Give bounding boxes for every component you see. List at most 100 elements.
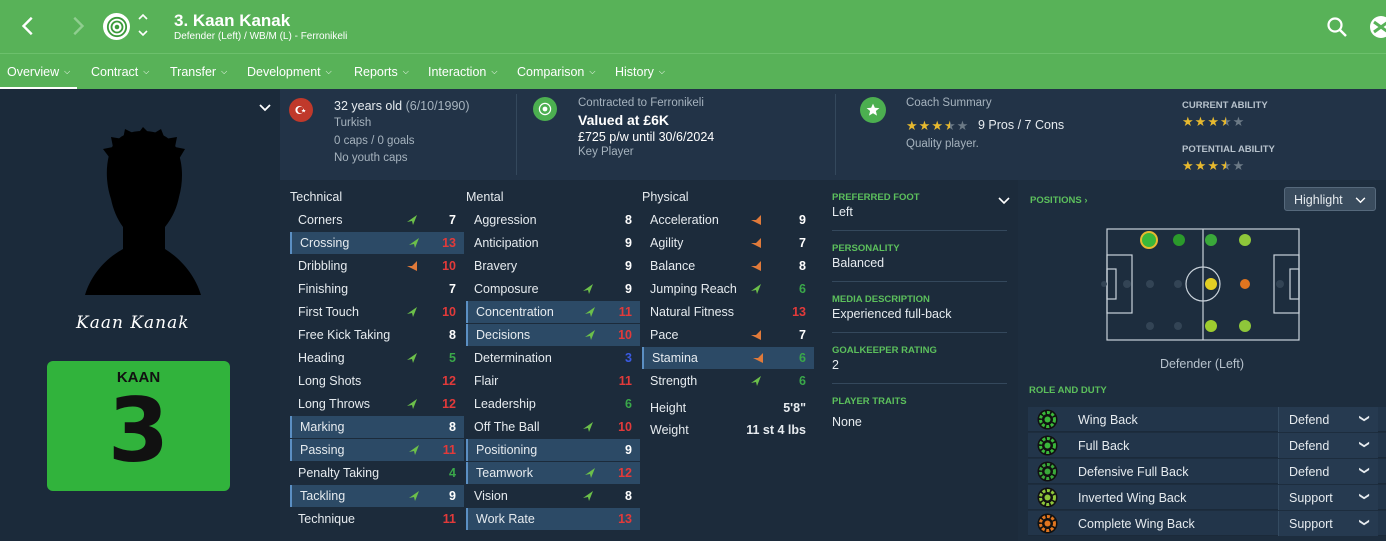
attribute-name: Dribbling [298,259,348,273]
weight-row: Weight 11 st 4 lbs [642,419,814,441]
attribute-row[interactable]: Passing 11 [290,439,464,461]
arrow-down-icon [407,261,417,271]
role-row[interactable]: Defensive Full Back Defend ❯ [1028,459,1386,484]
star-icon: ★ [1219,114,1232,129]
duty-label: Support [1289,491,1333,505]
tab-development[interactable]: Development ⌵ [247,54,332,90]
attribute-row[interactable]: Jumping Reach 6 [642,278,814,300]
attribute-row[interactable]: Agility 7 [642,232,814,254]
role-row[interactable]: Complete Wing Back Support ❯ [1028,511,1386,536]
attribute-row[interactable]: Natural Fitness 13 [642,301,814,323]
attribute-row[interactable]: Pace 7 [642,324,814,346]
tab-contract[interactable]: Contract ⌵ [91,54,149,90]
divider [516,94,517,175]
role-row[interactable]: Full Back Defend ❯ [1028,433,1386,458]
back-button[interactable] [14,11,44,41]
attribute-row[interactable]: Leadership 6 [466,393,640,415]
role-row[interactable]: Inverted Wing Back Support ❯ [1028,485,1386,510]
tab-reports[interactable]: Reports ⌵ [354,54,409,90]
attribute-row[interactable]: Finishing 7 [290,278,464,300]
player-signature: Kaan Kanak [76,313,190,333]
game-menu-button[interactable] [1368,14,1386,40]
attribute-value: 13 [442,236,456,250]
attribute-row[interactable]: Off The Ball 10 [466,416,640,438]
tab-history[interactable]: History ⌵ [615,54,665,90]
attribute-row[interactable]: Heading 5 [290,347,464,369]
positions-link[interactable]: POSITIONS › [1030,195,1088,206]
attribute-row[interactable]: Technique 11 [290,508,464,530]
attribute-row[interactable]: Vision 8 [466,485,640,507]
attribute-trend [584,324,596,346]
properties-dropdown[interactable] [998,192,1010,205]
attribute-row[interactable]: First Touch 10 [290,301,464,323]
attribute-row[interactable]: Marking 8 [290,416,464,438]
attribute-row[interactable]: Concentration 11 [466,301,640,323]
attribute-trend [584,508,596,530]
role-row[interactable]: Wing Back Defend ❯ [1028,407,1386,432]
attribute-row[interactable]: Balance 8 [642,255,814,277]
star-icon: ★ [1232,158,1245,173]
contract-club[interactable]: Contracted to Ferronikeli [578,97,704,109]
role-suitability-icon [1037,513,1058,534]
highlight-dropdown[interactable]: Highlight [1284,187,1376,211]
attribute-row[interactable]: Free Kick Taking 8 [290,324,464,346]
duty-dropdown[interactable]: Defend ❯ [1278,433,1378,458]
attribute-row[interactable]: Flair 11 [466,370,640,392]
chevron-down-icon: ❯ [1358,518,1370,527]
collapse-button[interactable] [258,100,272,112]
attribute-value: 8 [449,420,456,434]
attribute-trend [406,462,418,484]
attribute-row[interactable]: Dribbling 10 [290,255,464,277]
arrow-up-icon [407,399,417,409]
pros-cons[interactable]: 9 Pros / 7 Cons [978,118,1064,132]
attribute-row[interactable]: Positioning 9 [466,439,640,461]
star-icon: ★ [1182,114,1194,129]
attribute-row[interactable]: Teamwork 12 [466,462,640,484]
tab-comparison[interactable]: Comparison ⌵ [517,54,595,90]
role-name: Complete Wing Back [1078,517,1195,531]
attribute-value: 10 [442,259,456,273]
attribute-trend [406,255,418,277]
attribute-name: Off The Ball [474,420,540,434]
forward-button[interactable] [62,11,92,41]
attribute-row[interactable]: Decisions 10 [466,324,640,346]
attribute-row[interactable]: Long Throws 12 [290,393,464,415]
duty-dropdown[interactable]: Support ❯ [1278,485,1378,510]
attribute-value: 6 [625,397,632,411]
tab-bar: Overview ⌵ Contract ⌵ Transfer ⌵ Developmen… [0,53,1386,90]
attribute-value: 11 [442,512,456,526]
attribute-row[interactable]: Bravery 9 [466,255,640,277]
attribute-row[interactable]: Crossing 13 [290,232,464,254]
divider [832,281,1007,282]
search-button[interactable] [1326,16,1348,38]
tab-interaction[interactable]: Interaction ⌵ [428,54,497,90]
attribute-row[interactable]: Anticipation 9 [466,232,640,254]
chevron-down-icon [998,197,1010,205]
duty-dropdown[interactable]: Defend ❯ [1278,407,1378,432]
attribute-row[interactable]: Strength 6 [642,370,814,392]
attribute-value: 11 [442,443,456,457]
attribute-row[interactable]: Stamina 6 [642,347,814,369]
attribute-row[interactable]: Work Rate 13 [466,508,640,530]
attribute-row[interactable]: Corners 7 [290,209,464,231]
attribute-row[interactable]: Tackling 9 [290,485,464,507]
media-description-label: MEDIA DESCRIPTION [832,294,930,305]
attribute-value: 7 [449,213,456,227]
attribute-row[interactable]: Aggression 8 [466,209,640,231]
attribute-row[interactable]: Acceleration 9 [642,209,814,231]
tab-transfer[interactable]: Transfer ⌵ [170,54,227,90]
attribute-row[interactable]: Penalty Taking 4 [290,462,464,484]
club-badge-icon[interactable] [103,13,130,40]
technical-heading: Technical [290,190,343,204]
role-suitability-icon [1037,409,1058,430]
duty-dropdown[interactable]: Defend ❯ [1278,459,1378,484]
player-switch-arrows[interactable] [137,12,149,40]
player-nationality[interactable]: Turkish [334,117,371,129]
attribute-row[interactable]: Long Shots 12 [290,370,464,392]
duty-dropdown[interactable]: Support ❯ [1278,511,1378,536]
star-icon: ★ [1182,158,1194,173]
attribute-row[interactable]: Determination 3 [466,347,640,369]
attribute-row[interactable]: Composure 9 [466,278,640,300]
attribute-name: Aggression [474,213,537,227]
tab-overview[interactable]: Overview ⌵ [0,54,78,90]
